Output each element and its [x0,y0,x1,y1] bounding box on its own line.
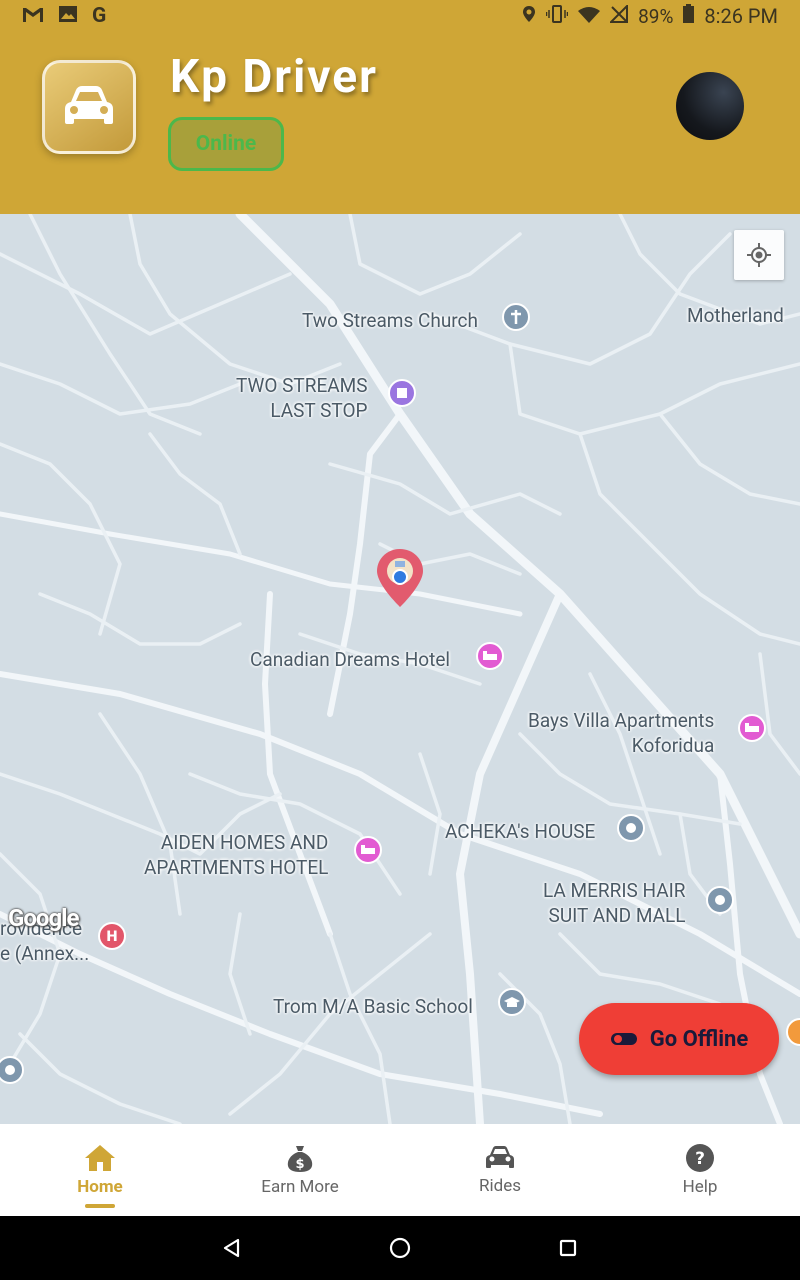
app-logo [42,60,136,154]
place-pin-icon[interactable] [0,1056,26,1088]
toggle-icon [610,1033,637,1045]
poi-label: Two Streams Church [302,309,478,332]
car-icon [486,1146,514,1168]
nav-item-earn-more[interactable]: $ Earn More [200,1124,400,1216]
google-attribution: Google [8,904,79,932]
active-tab-indicator [85,1204,115,1208]
battery-percent: 89% [638,4,674,28]
help-icon: ? [686,1144,714,1172]
google-icon: G [92,4,107,28]
svg-text:?: ? [695,1149,705,1169]
back-button[interactable] [148,1238,316,1258]
place-pin-icon[interactable] [615,814,647,846]
poi-label: Trom M/A Basic School [273,995,473,1018]
crosshair-icon [747,243,771,267]
nav-item-rides[interactable]: Rides [400,1124,600,1216]
home-icon [85,1145,115,1171]
app-title: Kp Driver [170,50,378,104]
image-icon [58,5,78,28]
wifi-icon [578,5,601,28]
hospital-pin-icon[interactable]: H [96,922,128,954]
landmark-pin-icon[interactable] [386,379,418,411]
hotel-pin-icon[interactable] [736,714,768,746]
poi-label: Bays Villa Apartments Koforidua [528,709,715,757]
poi-label: Motherland [687,304,784,327]
food-pin-icon[interactable] [784,1018,800,1050]
system-navigation-bar [0,1216,800,1280]
nav-item-help[interactable]: ? Help [600,1124,800,1216]
nav-label: Rides [479,1176,521,1196]
car-icon [65,86,113,124]
vibrate-icon [545,4,569,28]
home-system-button[interactable] [316,1237,484,1259]
poi-label: Canadian Dreams Hotel [250,648,451,671]
nav-label: Earn More [261,1177,339,1197]
money-bag-icon: $ [287,1146,313,1172]
svg-text:$: $ [295,1157,304,1172]
driver-location-pin-icon [377,549,423,607]
gmail-icon [22,5,44,28]
home-circle-icon [389,1237,411,1259]
status-bar: G 89% 8:26 PM [0,0,800,32]
poi-label: TWO STREAMS LAST STOP [236,374,368,422]
no-signal-icon [608,3,629,28]
go-offline-label: Go Offline [649,1026,749,1052]
hotel-pin-icon[interactable] [352,836,384,868]
avatar[interactable] [676,72,744,140]
map-view[interactable]: Two Streams Church Motherland TWO STREAM… [0,214,800,1124]
poi-label: LA MERRIS HAIR SUIT AND MALL [543,879,686,927]
back-icon [223,1238,240,1258]
recents-icon [559,1239,577,1257]
online-status-badge[interactable]: Online [168,117,284,171]
svg-text:H: H [106,929,118,945]
app-header: Kp Driver Online [0,0,800,214]
battery-icon [683,4,695,28]
place-pin-icon[interactable] [704,886,736,918]
go-offline-button[interactable]: Go Offline [579,1003,779,1075]
nav-label: Home [77,1177,123,1197]
my-location-button[interactable] [734,230,784,280]
recents-button[interactable] [484,1238,652,1258]
poi-label: AIDEN HOMES AND APARTMENTS HOTEL [144,831,329,879]
nav-label: Help [682,1177,718,1197]
poi-label: ACHEKA's HOUSE [445,820,596,843]
school-pin-icon[interactable] [496,988,528,1020]
nav-item-home[interactable]: Home [0,1124,200,1216]
hotel-pin-icon[interactable] [474,642,506,674]
clock: 8:26 PM [704,4,778,28]
bottom-navigation: Home $ Earn More Rides ? Help [0,1124,800,1216]
church-pin-icon[interactable] [500,303,532,335]
location-icon [522,5,536,28]
